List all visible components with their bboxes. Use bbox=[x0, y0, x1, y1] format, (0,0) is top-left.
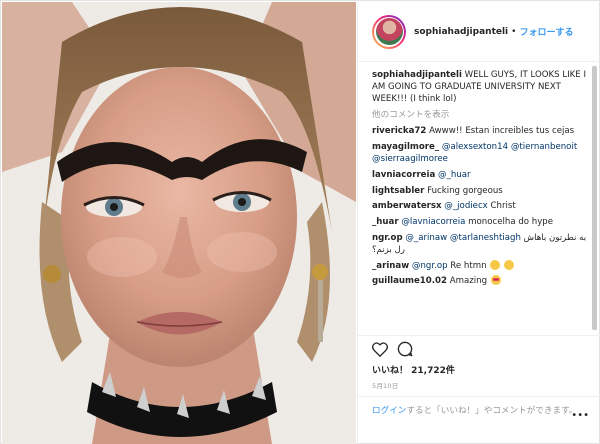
list-item: amberwatersx @_jodiecx Christ bbox=[372, 200, 594, 212]
login-link[interactable]: ログイン bbox=[372, 406, 406, 416]
comment-username[interactable]: lightsabler bbox=[372, 186, 424, 196]
post-header: sophiahadjipanteli • フォローする bbox=[358, 2, 600, 62]
comment-mention[interactable]: @ngr.op bbox=[412, 261, 448, 271]
avatar-image bbox=[375, 18, 403, 45]
grinning-emoji-icon bbox=[490, 259, 501, 270]
comment-mention[interactable]: @_arinaw bbox=[405, 233, 447, 243]
list-item: guillaume10.02 Amazing bbox=[372, 275, 594, 287]
comment-mention[interactable]: @sierraagilmoree bbox=[372, 154, 448, 164]
caption-username[interactable]: sophiahadjipanteli bbox=[372, 70, 462, 80]
comments-list: sophiahadjipanteli WELL GUYS, IT LOOKS L… bbox=[372, 69, 594, 325]
list-item: lightsabler Fucking gorgeous bbox=[372, 185, 594, 197]
comment-username[interactable]: rivericka72 bbox=[372, 126, 426, 136]
comment-username[interactable]: lavniacorreia bbox=[372, 170, 435, 180]
comment-icon[interactable] bbox=[397, 341, 413, 361]
login-text: すると「いいね！」やコメントができます。 bbox=[406, 406, 578, 416]
post-sidebar: sophiahadjipanteli • フォローする sophiahadjip… bbox=[357, 2, 600, 444]
smiling-emoji-icon bbox=[504, 259, 515, 270]
comment-mention[interactable]: @tarlaneshtiagh bbox=[450, 233, 521, 243]
comment-text: Fucking gorgeous bbox=[427, 185, 503, 196]
likes-number: 21,722件 bbox=[411, 366, 455, 376]
comment-username[interactable]: _arinaw bbox=[372, 261, 409, 271]
comment-mention[interactable]: @lavniacorreia bbox=[401, 217, 465, 227]
comment-text: Amazing bbox=[449, 276, 488, 287]
comment-text: Re htmn bbox=[450, 260, 487, 271]
list-item: rivericka72 Awww!! Estan increibles tus … bbox=[372, 125, 594, 137]
separator-dot: • bbox=[511, 26, 517, 37]
list-item: _huar @lavniacorreia monocelha do hype bbox=[372, 216, 594, 228]
comment-mention[interactable]: @tiernanbenoit bbox=[511, 142, 577, 152]
portrait-image bbox=[2, 2, 356, 444]
comment-text: monocelha do hype bbox=[468, 217, 554, 228]
post-actions: いいね！ 21,722件 bbox=[358, 335, 600, 385]
comment-username[interactable]: mayagilmore_ bbox=[372, 142, 439, 152]
caption: sophiahadjipanteli WELL GUYS, IT LOOKS L… bbox=[372, 69, 594, 106]
likes-count[interactable]: いいね！ 21,722件 bbox=[372, 363, 587, 376]
header-username[interactable]: sophiahadjipanteli bbox=[414, 27, 508, 37]
heart-eyes-emoji-icon bbox=[490, 275, 501, 286]
follow-button[interactable]: フォローする bbox=[519, 25, 573, 38]
post-date[interactable]: 5月10日 bbox=[372, 380, 398, 390]
list-item: ngr.op @_arinaw @tarlaneshtiagh به نطرتو… bbox=[372, 232, 594, 256]
comment-username[interactable]: _huar bbox=[372, 217, 399, 227]
scrollbar-thumb[interactable] bbox=[592, 66, 597, 330]
comment-username[interactable]: amberwatersx bbox=[372, 201, 442, 211]
comment-mention[interactable]: @_jodiecx bbox=[444, 201, 487, 211]
comment-username[interactable]: ngr.op bbox=[372, 233, 403, 243]
comments-scrollbar[interactable] bbox=[592, 66, 597, 330]
list-item: lavniacorreia @_huar bbox=[372, 169, 594, 181]
comment-username[interactable]: guillaume10.02 bbox=[372, 276, 447, 286]
comment-mention[interactable]: @_huar bbox=[438, 170, 471, 180]
instagram-post-embed: sophiahadjipanteli • フォローする sophiahadjip… bbox=[0, 0, 600, 444]
more-comments-link[interactable]: 他のコメントを表示 bbox=[372, 109, 594, 121]
list-item: _arinaw @ngr.op Re htmn bbox=[372, 259, 594, 272]
heart-icon[interactable] bbox=[372, 341, 388, 361]
login-prompt: ログインすると「いいね！」やコメントができます。 ••• bbox=[358, 396, 600, 444]
comment-text: Christ bbox=[490, 201, 516, 212]
comment-text: Awww!! Estan increibles tus cejas bbox=[429, 126, 575, 137]
post-photo[interactable] bbox=[2, 2, 356, 444]
avatar[interactable] bbox=[372, 14, 406, 49]
list-item: mayagilmore_ @alexsexton14 @tiernanbenoi… bbox=[372, 141, 594, 165]
comment-mention[interactable]: @alexsexton14 bbox=[442, 142, 508, 152]
more-horizontal-icon[interactable]: ••• bbox=[571, 410, 589, 421]
likes-label: いいね！ bbox=[372, 366, 409, 376]
